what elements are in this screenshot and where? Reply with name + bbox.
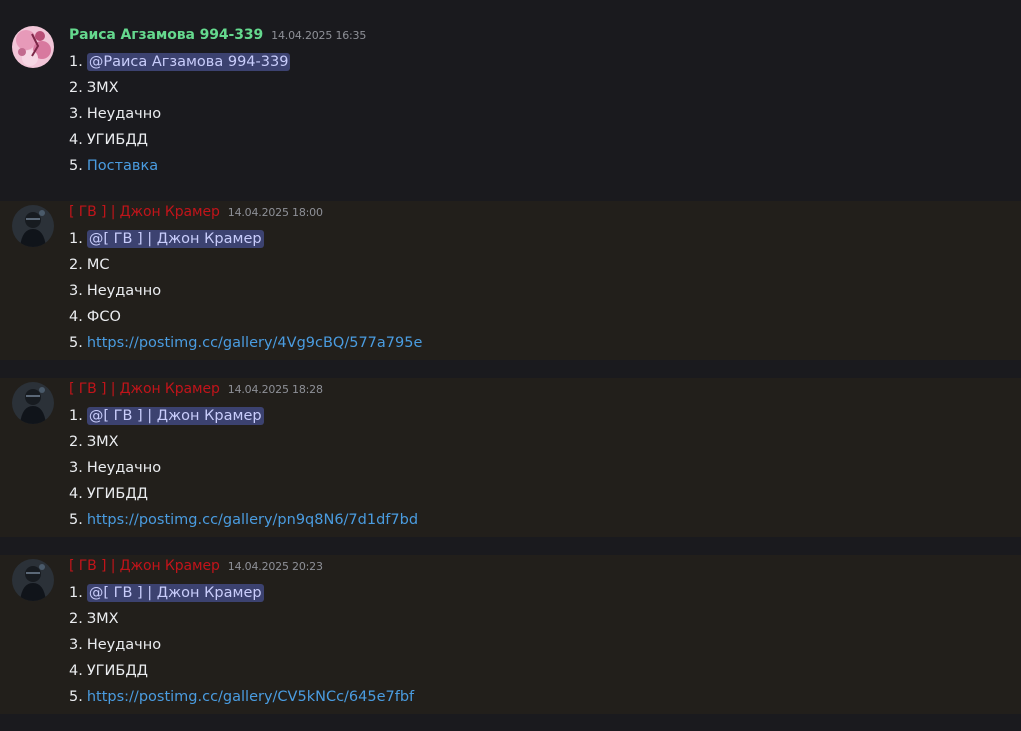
gallery-link[interactable]: https://postimg.cc/gallery/CV5kNCc/645e7… [87,689,414,705]
message-header: [ ГВ ] | Джон Крамер 14.04.2025 20:23 [69,558,323,578]
author-name[interactable]: Раиса Агзамова 994-339 [69,27,263,43]
pink-floral-avatar-icon[interactable] [12,26,54,68]
list-item: 3. Неудачно [69,460,162,476]
list-item: 1. @[ ГВ ] | Джон Крамер [69,230,264,248]
message-header: [ ГВ ] | Джон Крамер 14.04.2025 18:00 [69,204,323,224]
timestamp[interactable]: 14.04.2025 20:23 [228,560,323,573]
dark-figure-avatar-icon[interactable] [12,559,54,601]
timestamp[interactable]: 14.04.2025 16:35 [271,29,366,42]
message: Раиса Агзамова 994-339 14.04.2025 16:35 … [0,18,1021,188]
list-item: 2. ЗМХ [69,434,119,450]
user-mention[interactable]: @[ ГВ ] | Джон Крамер [86,407,264,425]
list-item: 5. https://postimg.cc/gallery/4Vg9cBQ/577… [69,335,423,351]
list-item: 1. @Раиса Агзамова 994-339 [69,53,291,71]
message-header: [ ГВ ] | Джон Крамер 14.04.2025 18:28 [69,381,323,401]
list-item: 4. УГИБДД [69,132,148,148]
dark-figure-avatar-icon[interactable] [12,205,54,247]
author-name[interactable]: [ ГВ ] | Джон Крамер [69,558,220,574]
list-item: 4. ФСО [69,309,121,325]
channel-link[interactable]: Поставка [87,158,158,174]
chat-log: Раиса Агзамова 994-339 14.04.2025 16:35 … [0,0,1021,731]
message: [ ГВ ] | Джон Крамер 14.04.2025 20:23 1.… [0,555,1021,714]
timestamp[interactable]: 14.04.2025 18:00 [228,206,323,219]
gallery-link[interactable]: https://postimg.cc/gallery/pn9q8N6/7d1df… [87,512,418,528]
message-header: Раиса Агзамова 994-339 14.04.2025 16:35 [69,27,366,47]
gallery-link[interactable]: https://postimg.cc/gallery/4Vg9cBQ/577a7… [87,335,423,351]
list-item: 2. ЗМХ [69,611,119,627]
list-item: 1. @[ ГВ ] | Джон Крамер [69,584,264,602]
dark-figure-avatar-icon[interactable] [12,382,54,424]
list-item: 5. https://postimg.cc/gallery/pn9q8N6/7d1… [69,512,419,528]
user-mention[interactable]: @[ ГВ ] | Джон Крамер [86,230,264,248]
list-item: 3. Неудачно [69,106,162,122]
timestamp[interactable]: 14.04.2025 18:28 [228,383,323,396]
user-mention[interactable]: @[ ГВ ] | Джон Крамер [86,584,264,602]
author-name[interactable]: [ ГВ ] | Джон Крамер [69,204,220,220]
user-mention[interactable]: @Раиса Агзамова 994-339 [86,53,291,71]
list-item: 5. Поставка [69,158,159,174]
message: [ ГВ ] | Джон Крамер 14.04.2025 18:28 1.… [0,378,1021,537]
list-item: 2. ЗМХ [69,80,119,96]
list-item: 2. МС [69,257,110,273]
list-item: 5. https://postimg.cc/gallery/CV5kNCc/645… [69,689,415,705]
list-item: 3. Неудачно [69,637,162,653]
list-item: 1. @[ ГВ ] | Джон Крамер [69,407,264,425]
list-item: 4. УГИБДД [69,486,148,502]
list-item: 4. УГИБДД [69,663,148,679]
list-item: 3. Неудачно [69,283,162,299]
message: [ ГВ ] | Джон Крамер 14.04.2025 18:00 1.… [0,201,1021,360]
author-name[interactable]: [ ГВ ] | Джон Крамер [69,381,220,397]
